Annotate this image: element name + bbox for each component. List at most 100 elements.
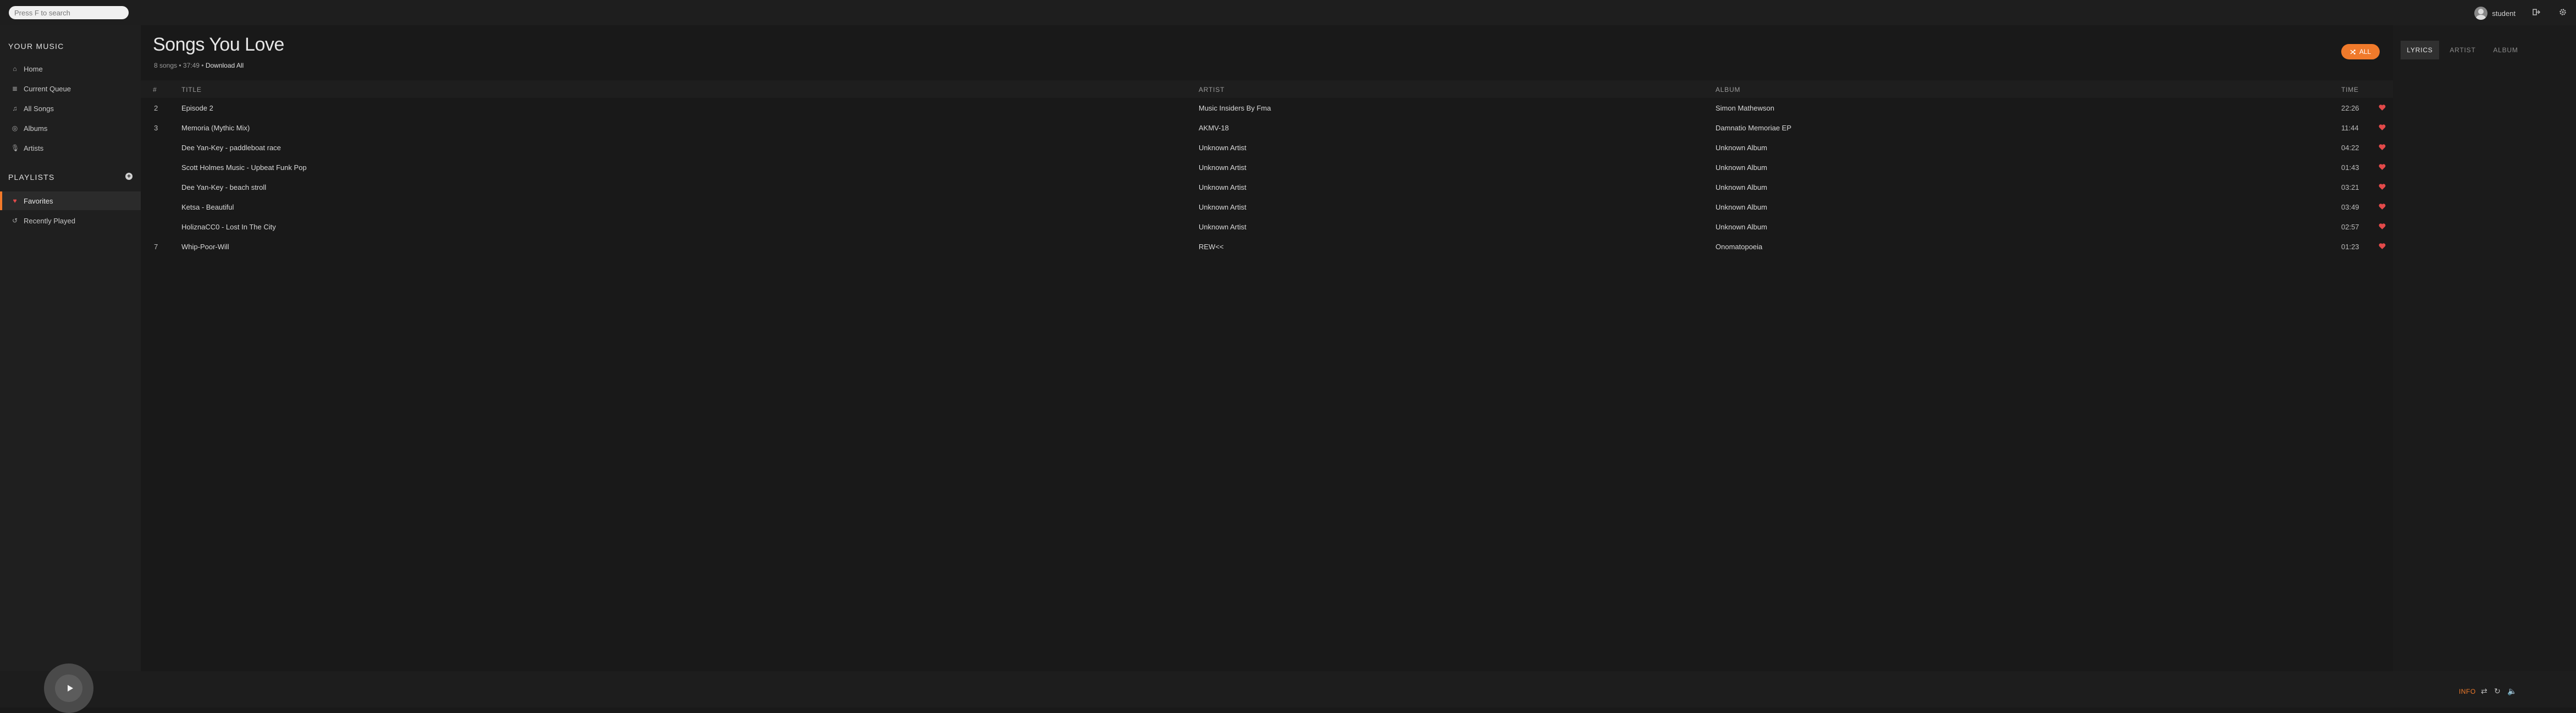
song-album[interactable]: Simon Mathewson	[1716, 104, 1774, 112]
song-artist[interactable]: REW<<	[1199, 243, 1224, 251]
song-duration: 01:23	[2341, 243, 2359, 251]
sidebar-item-label: Artists	[24, 144, 44, 152]
playlist-meta: 8 songs • 37:49 • Download All	[154, 62, 244, 69]
song-table-header: # TITLE ARTIST ALBUM TIME	[141, 80, 2393, 98]
heart-icon[interactable]	[2379, 203, 2386, 210]
disc-icon: ◎	[12, 124, 18, 132]
table-row[interactable]: Ketsa - Beautiful Unknown Artist Unknown…	[141, 197, 2393, 217]
song-artist[interactable]: Unknown Artist	[1199, 223, 1246, 231]
tab-lyrics[interactable]: LYRICS	[2401, 41, 2439, 59]
song-artist[interactable]: AKMV-18	[1199, 124, 1229, 132]
volume-icon[interactable]: 🔈	[2507, 687, 2517, 696]
table-row[interactable]: HoliznaCC0 - Lost In The City Unknown Ar…	[141, 217, 2393, 237]
info-button[interactable]: INFO	[2459, 688, 2476, 695]
sidebar-item-favorites[interactable]: ♥ Favorites	[0, 191, 141, 210]
page-title: Songs You Love	[153, 34, 284, 55]
tab-artist[interactable]: ARTIST	[2443, 41, 2482, 59]
playlist-stats: 8 songs • 37:49 •	[154, 62, 204, 69]
logout-icon[interactable]	[2532, 8, 2541, 17]
song-artist[interactable]: Unknown Artist	[1199, 183, 1246, 191]
heart-icon[interactable]	[2379, 183, 2386, 190]
sidebar-item-albums[interactable]: ◎ Albums	[0, 119, 141, 138]
shuffle-icon[interactable]: ⇄	[2481, 687, 2487, 696]
sidebar-item-current-queue[interactable]: ≣ Current Queue	[0, 79, 141, 98]
song-number: 2	[154, 104, 158, 112]
queue-icon: ≣	[12, 85, 18, 92]
sidebar-item-home[interactable]: ⌂ Home	[0, 59, 141, 78]
home-icon: ⌂	[13, 65, 17, 73]
song-artist[interactable]: Unknown Artist	[1199, 203, 1246, 211]
sidebar-item-recently-played[interactable]: ↺ Recently Played	[0, 211, 141, 230]
song-album[interactable]: Unknown Album	[1716, 163, 1767, 172]
all-button-label: ALL	[2359, 48, 2371, 56]
music-note-icon: ♫	[12, 105, 18, 112]
extra-panel: LYRICS ARTIST ALBUM	[2393, 25, 2576, 671]
song-title: Ketsa - Beautiful	[181, 203, 234, 211]
table-row[interactable]: 7 Whip-Poor-Will REW<< Onomatopoeia 01:2…	[141, 237, 2393, 256]
song-number: 7	[154, 243, 158, 251]
song-album[interactable]: Damnatio Memoriae EP	[1716, 124, 1791, 132]
column-header-album[interactable]: ALBUM	[1716, 86, 1740, 94]
playlists-heading: PLAYLISTS	[8, 173, 55, 182]
sidebar-item-label: Albums	[24, 124, 48, 133]
main-content: Songs You Love 8 songs • 37:49 • Downloa…	[141, 25, 2393, 671]
song-title: HoliznaCC0 - Lost In The City	[181, 223, 276, 231]
all-button[interactable]: ALL	[2341, 44, 2380, 59]
song-album[interactable]: Unknown Album	[1716, 183, 1767, 191]
song-duration: 03:21	[2341, 183, 2359, 191]
play-button[interactable]	[55, 674, 82, 702]
sidebar-item-label: Recently Played	[24, 216, 75, 225]
table-row[interactable]: 2 Episode 2 Music Insiders By Fma Simon …	[141, 98, 2393, 118]
heart-icon[interactable]	[2379, 104, 2386, 111]
song-album[interactable]: Unknown Album	[1716, 144, 1767, 152]
sidebar-item-label: Current Queue	[24, 84, 71, 93]
song-album[interactable]: Unknown Album	[1716, 203, 1767, 211]
sidebar: YOUR MUSIC ⌂ Home ≣ Current Queue ♫ All …	[0, 25, 141, 671]
sidebar-item-artists[interactable]: 🎙 Artists	[0, 139, 141, 157]
song-artist[interactable]: Unknown Artist	[1199, 144, 1246, 152]
avatar[interactable]	[2474, 7, 2488, 20]
tab-album[interactable]: ALBUM	[2486, 41, 2525, 59]
top-bar: student	[0, 0, 2576, 25]
gear-icon[interactable]	[2558, 8, 2567, 17]
table-row[interactable]: Dee Yan-Key - beach stroll Unknown Artis…	[141, 177, 2393, 197]
song-artist[interactable]: Music Insiders By Fma	[1199, 104, 1271, 112]
sidebar-item-label: Favorites	[24, 196, 53, 205]
heart-icon[interactable]	[2379, 243, 2386, 250]
column-header-artist[interactable]: ARTIST	[1199, 86, 1224, 94]
search-input[interactable]	[9, 6, 129, 19]
download-all-link[interactable]: Download All	[206, 62, 244, 69]
column-header-time[interactable]: TIME	[2341, 86, 2359, 94]
heart-icon[interactable]	[2379, 223, 2386, 230]
song-duration: 03:49	[2341, 203, 2359, 211]
song-title: Episode 2	[181, 104, 213, 112]
sidebar-item-all-songs[interactable]: ♫ All Songs	[0, 99, 141, 118]
user-menu[interactable]: student	[2474, 6, 2516, 20]
username[interactable]: student	[2492, 9, 2516, 18]
history-icon: ↺	[12, 217, 18, 224]
heart-icon[interactable]	[2379, 124, 2386, 131]
table-row[interactable]: Scott Holmes Music - Upbeat Funk Pop Unk…	[141, 157, 2393, 177]
heart-icon[interactable]	[2379, 163, 2386, 171]
song-title: Scott Holmes Music - Upbeat Funk Pop	[181, 163, 307, 172]
table-row[interactable]: 3 Memoria (Mythic Mix) AKMV-18 Damnatio …	[141, 118, 2393, 138]
song-duration: 01:43	[2341, 163, 2359, 172]
heart-icon[interactable]	[2379, 144, 2386, 151]
column-header-number[interactable]: #	[153, 86, 157, 94]
song-duration: 04:22	[2341, 144, 2359, 152]
song-artist[interactable]: Unknown Artist	[1199, 163, 1246, 172]
table-row[interactable]: Dee Yan-Key - paddleboat race Unknown Ar…	[141, 138, 2393, 157]
play-icon	[68, 685, 73, 692]
column-header-title[interactable]: TITLE	[181, 86, 202, 94]
song-album[interactable]: Onomatopoeia	[1716, 243, 1762, 251]
song-duration: 02:57	[2341, 223, 2359, 231]
player-footer: INFO ⇄ ↻ 🔈	[0, 663, 2576, 713]
song-title: Whip-Poor-Will	[181, 243, 229, 251]
song-duration: 11:44	[2341, 124, 2359, 132]
song-album[interactable]: Unknown Album	[1716, 223, 1767, 231]
repeat-icon[interactable]: ↻	[2494, 687, 2501, 696]
sidebar-item-label: Home	[24, 64, 43, 73]
add-playlist-icon[interactable]: +	[125, 173, 133, 180]
album-cover	[44, 663, 93, 713]
heart-icon: ♥	[13, 197, 17, 205]
